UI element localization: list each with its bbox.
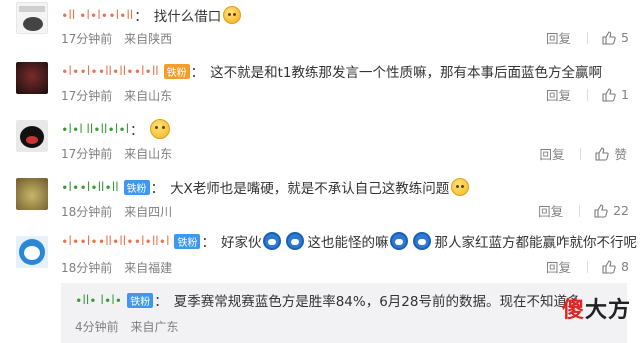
like-button[interactable]: 5: [602, 30, 629, 45]
reply-button[interactable]: 回复: [546, 85, 571, 104]
comment-meta: 17分钟前 来自陕西: [61, 30, 172, 47]
fan-badge: 铁粉: [163, 63, 190, 79]
location: 来自广东: [130, 320, 179, 334]
comment-line: ∙l∙l ll∙ll∙l∙l ：: [61, 118, 172, 140]
comment-line: ∙ll ∙l∙l∙∙l∙ll ： 找什么借口: [61, 4, 243, 26]
comment-actions: 回复 22: [538, 201, 629, 220]
comment-meta: 18分钟前 来自福建: [61, 259, 172, 276]
comment-text: 找什么借口: [153, 9, 222, 25]
timestamp: 4分钟前: [75, 320, 119, 334]
comment-meta: 17分钟前 来自山东: [61, 87, 172, 104]
timestamp: 17分钟前: [61, 89, 113, 103]
colon: ：: [154, 294, 168, 310]
watermark-logo: 傻大方: [562, 292, 631, 324]
sub-reply-line: ∙ll∙ l∙l∙ 铁粉 ： 夏季赛常规赛蓝色方是胜率84%，6月28号前的数据…: [75, 289, 580, 311]
colon: ：: [201, 235, 215, 251]
like-button[interactable]: 8: [602, 259, 629, 274]
avatar[interactable]: [16, 236, 48, 268]
comment-line: ∙l∙∙l∙∙ll∙ll∙∙l∙ll∙l 铁粉 ： 好家伙 这也能怪的嘛 那人家…: [61, 230, 637, 252]
avatar[interactable]: [16, 120, 48, 152]
fan-badge: 铁粉: [127, 292, 154, 308]
fan-badge: 铁粉: [123, 179, 150, 195]
doraemon-emoji-icon: [263, 232, 282, 250]
thumbs-up-icon: [595, 146, 610, 161]
like-count: 1: [621, 87, 629, 102]
like-button[interactable]: 1: [602, 87, 629, 102]
like-button[interactable]: 赞: [595, 144, 627, 163]
divider: [587, 88, 589, 101]
comment-line: ∙l∙∙l∙ll∙ll 铁粉 ： 大X老师也是嘴硬，就是不承认自己这教练问题: [61, 176, 471, 198]
sub-reply-box: ∙ll∙ l∙l∙ 铁粉 ： 夏季赛常规赛蓝色方是胜率84%，6月28号前的数据…: [61, 283, 627, 343]
colon: ：: [134, 9, 148, 25]
doraemon-emoji-icon: [413, 232, 432, 250]
comment-text: 大X老师也是嘴硬，就是不承认自己这教练问题: [170, 181, 450, 197]
location: 来自山东: [124, 147, 173, 161]
comment-actions: 回复 1: [546, 85, 629, 104]
divider: [587, 31, 589, 44]
username-link[interactable]: ∙ll ∙l∙l∙∙l∙ll: [61, 8, 133, 22]
sub-reply-meta: 4分钟前 来自广东: [75, 318, 178, 335]
reply-button[interactable]: 回复: [538, 201, 563, 220]
username-link[interactable]: ∙l∙∙l∙ll∙ll: [61, 180, 119, 194]
reply-button[interactable]: 回复: [546, 28, 571, 47]
location: 来自四川: [124, 205, 173, 219]
comment-actions: 回复 5: [546, 28, 629, 47]
username-link[interactable]: ∙ll∙ l∙l∙: [75, 293, 122, 307]
divider: [587, 260, 589, 273]
comment-line: ∙l∙∙l∙∙ll∙ll∙∙l∙ll 铁粉 ： 这不就是和t1教练那发言一个性质…: [61, 60, 602, 82]
location: 来自福建: [124, 261, 173, 275]
sub-reply-text: 夏季赛常规赛蓝色方是胜率84%，6月28号前的数据。现在不知道多: [173, 294, 581, 310]
colon: ：: [150, 181, 165, 197]
location: 来自陕西: [124, 32, 173, 46]
doraemon-emoji-icon: [390, 232, 409, 250]
smirk-face-emoji-icon: [451, 178, 470, 196]
thinking-face-emoji-icon: [149, 119, 170, 139]
timestamp: 18分钟前: [61, 261, 113, 275]
username-link[interactable]: ∙l∙l ll∙ll∙l∙l: [61, 122, 129, 136]
comment-meta: 18分钟前 来自四川: [61, 203, 172, 220]
like-count: 8: [621, 259, 629, 274]
comment-text-part: 那人家红蓝方都能赢咋就你不行呢: [434, 235, 637, 251]
comment-actions: 回复 赞: [539, 144, 627, 163]
username-link[interactable]: ∙l∙∙l∙∙ll∙ll∙∙l∙ll∙l: [61, 234, 169, 248]
timestamp: 17分钟前: [61, 32, 113, 46]
reply-button[interactable]: 回复: [539, 144, 564, 163]
avatar[interactable]: [16, 62, 48, 94]
colon: ：: [130, 123, 144, 139]
divider: [579, 204, 581, 217]
comment-text-part: 好家伙: [220, 235, 262, 251]
location: 来自山东: [124, 89, 173, 103]
divider: [580, 147, 582, 160]
fan-badge: 铁粉: [174, 233, 201, 249]
avatar[interactable]: [16, 2, 48, 34]
doraemon-emoji-icon: [286, 232, 305, 250]
thumbs-up-icon: [594, 203, 608, 218]
like-count: 22: [613, 203, 629, 218]
username-link[interactable]: ∙l∙∙l∙∙ll∙ll∙∙l∙ll: [61, 64, 159, 78]
watermark-part-a: 傻: [561, 298, 585, 323]
like-count: 5: [621, 30, 629, 45]
reply-button[interactable]: 回复: [546, 257, 571, 276]
avatar[interactable]: [16, 178, 48, 210]
comment-text-part: 这也能怪的嘛: [307, 235, 389, 251]
thumbs-up-icon: [602, 87, 616, 102]
timestamp: 17分钟前: [61, 147, 113, 161]
like-button[interactable]: 22: [594, 203, 629, 218]
watermark-part-b: 大方: [584, 298, 631, 323]
colon: ：: [190, 65, 205, 81]
cool-face-emoji-icon: [223, 6, 242, 24]
timestamp: 18分钟前: [61, 205, 113, 219]
thumbs-up-icon: [602, 259, 616, 274]
comment-text: 这不就是和t1教练那发言一个性质嘛，那有本事后面蓝色方全赢啊: [210, 65, 603, 81]
comment-meta: 17分钟前 来自山东: [61, 145, 172, 162]
like-label: 赞: [614, 147, 627, 162]
thumbs-up-icon: [602, 30, 616, 45]
comment-actions: 回复 8: [546, 257, 629, 276]
